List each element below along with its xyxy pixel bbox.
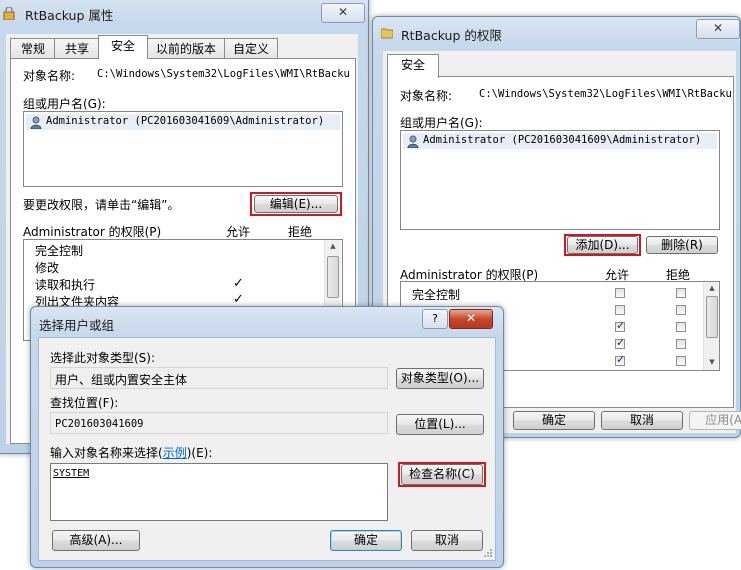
object-type-field: 用户、组或内置安全主体 [50, 367, 388, 389]
select-users-titlebar[interactable]: 选择用户或组 ? ✕ [31, 307, 503, 335]
object-name-label: 对象名称: [23, 69, 76, 83]
allow-header: 允许 [226, 225, 251, 239]
allow-modify-checkbox[interactable] [615, 305, 625, 315]
check-names-button[interactable]: 检查名称(C) [401, 464, 483, 485]
lock-icon [3, 7, 15, 20]
examples-link[interactable]: 示例 [163, 446, 187, 460]
tab-security[interactable]: 安全 [387, 54, 439, 78]
deny-full-control-checkbox[interactable] [676, 288, 686, 298]
properties-close-button[interactable]: ✕ [321, 3, 365, 23]
properties-titlebar[interactable]: RtBackup 属性 ✕ [0, 0, 368, 23]
object-name-label: 对象名称: [400, 89, 453, 103]
help-icon: ? [432, 312, 438, 325]
perm-read-execute: 读取和执行 [35, 278, 96, 292]
select-users-title: 选择用户或组 [39, 318, 115, 333]
scroll-up-icon[interactable]: ▲ [704, 284, 719, 292]
tab-security[interactable]: 安全 [98, 35, 148, 59]
select-users-client: 选择此对象类型(S): 用户、组或内置安全主体 对象类型(O)... 查找位置(… [38, 337, 496, 561]
tab-previous-versions[interactable]: 以前的版本 [146, 38, 226, 59]
user-list[interactable]: Administrator (PC201603041609\Administra… [400, 130, 720, 230]
close-icon: ✕ [465, 311, 477, 325]
deny-header: 拒绝 [288, 225, 313, 239]
help-button[interactable]: ? [422, 309, 448, 329]
deny-read-checkbox[interactable] [676, 356, 686, 366]
permission-scrollbar[interactable]: ▲ ▼ [703, 282, 719, 370]
allow-read-checkbox[interactable]: ✓ [615, 353, 625, 366]
enter-names-label: 输入对象名称来选择(示例)(E): [50, 446, 213, 460]
location-label: 查找位置(F): [50, 396, 119, 410]
select-users-close-button[interactable]: ✕ [449, 309, 493, 329]
permission-label: Administrator 的权限(P) [23, 225, 162, 239]
select-users-dialog: 选择用户或组 ? ✕ 选择此对象类型(S): 用户、组或内置安全主体 对象类型(… [30, 306, 504, 568]
allow-read-execute-checkbox[interactable]: ✓ [615, 319, 625, 332]
remove-button[interactable]: 删除(R) [646, 236, 718, 254]
list-item[interactable]: Administrator (PC201603041609\Administra… [26, 114, 340, 130]
object-name-value: C:\Windows\System32\LogFiles\WMI\RtBacku [97, 68, 350, 80]
permissions-title: RtBackup 的权限 [401, 28, 502, 43]
user-list[interactable]: Administrator (PC201603041609\Administra… [23, 111, 343, 187]
folder-icon [381, 28, 393, 39]
perm-full-control: 完全控制 [35, 244, 84, 258]
scroll-thumb[interactable] [327, 256, 339, 298]
ok-button[interactable]: 确定 [513, 411, 595, 430]
ok-button[interactable]: 确定 [330, 530, 402, 551]
change-permission-text: 要更改权限，请单击“编辑”。 [23, 198, 180, 212]
tab-sharing[interactable]: 共享 [54, 38, 100, 59]
permissions-close-button[interactable]: ✕ [696, 19, 740, 39]
user-icon [30, 116, 42, 129]
checkmark-icon: ✓ [233, 292, 244, 307]
resize-grip-icon[interactable] [483, 548, 493, 558]
cancel-button[interactable]: 取消 [601, 411, 683, 430]
location-field: PC201603041609 [50, 412, 388, 434]
close-icon: ✕ [337, 5, 349, 19]
scroll-up-icon[interactable]: ▲ [325, 242, 341, 250]
edit-button[interactable]: 编辑(E)... [254, 195, 338, 213]
object-names-input[interactable]: SYSTEM [50, 463, 388, 521]
apply-button[interactable]: 应用(A) [689, 411, 741, 430]
tab-customize[interactable]: 自定义 [224, 38, 278, 59]
locations-button[interactable]: 位置(L)... [396, 414, 484, 435]
group-label: 组或用户名(G): [400, 116, 483, 130]
cancel-button[interactable]: 取消 [411, 530, 483, 551]
close-icon: ✕ [712, 21, 724, 35]
tab-general[interactable]: 常规 [10, 38, 56, 59]
perm-full-control: 完全控制 [412, 288, 461, 302]
checkmark-icon: ✓ [233, 276, 244, 291]
object-name-value: C:\Windows\System32\LogFiles\WMI\RtBacku [479, 88, 732, 100]
user-icon [407, 135, 419, 148]
properties-title: RtBackup 属性 [25, 8, 114, 23]
add-button[interactable]: 添加(D)... [567, 236, 638, 254]
deny-read-execute-checkbox[interactable] [676, 322, 686, 332]
advanced-button[interactable]: 高级(A)... [52, 530, 140, 551]
deny-list-folder-checkbox[interactable] [676, 339, 686, 349]
allow-list-folder-checkbox[interactable]: ✓ [615, 336, 625, 349]
allow-full-control-checkbox[interactable] [615, 288, 625, 298]
scroll-thumb[interactable] [706, 296, 718, 338]
perm-modify: 修改 [35, 261, 60, 275]
scroll-down-icon[interactable]: ▼ [704, 358, 719, 366]
group-label: 组或用户名(G): [23, 97, 106, 111]
permissions-titlebar[interactable]: RtBackup 的权限 ✕ [373, 17, 740, 45]
deny-modify-checkbox[interactable] [676, 305, 686, 315]
object-type-label: 选择此对象类型(S): [50, 351, 156, 365]
object-types-button[interactable]: 对象类型(O)... [396, 368, 484, 389]
list-item[interactable]: Administrator (PC201603041609\Administra… [403, 133, 717, 149]
